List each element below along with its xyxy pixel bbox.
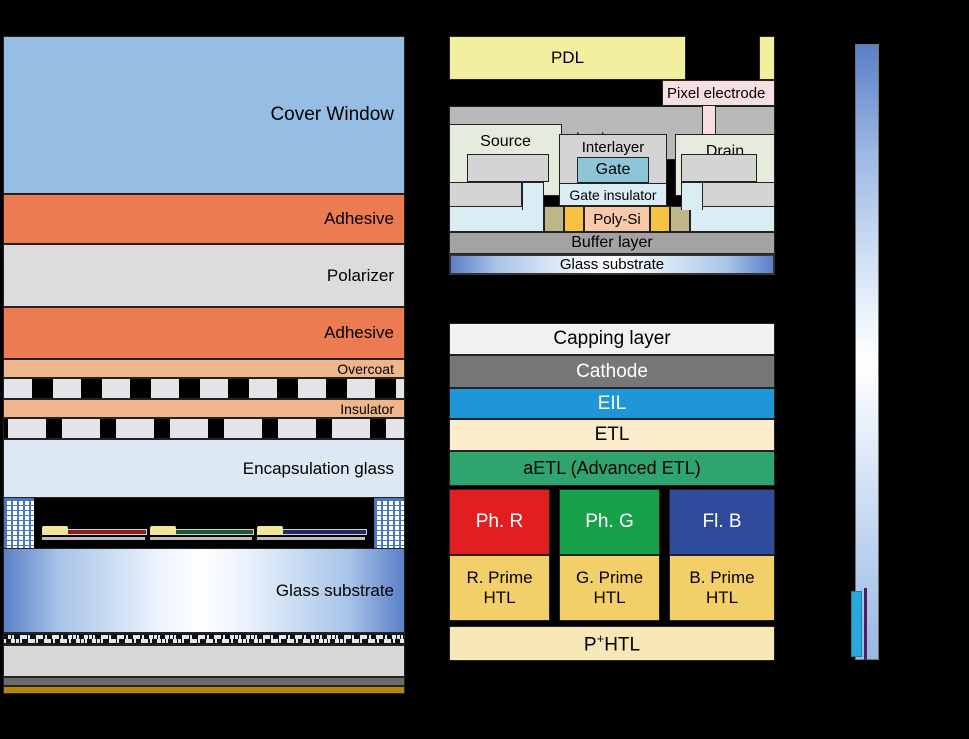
layer-lower-plate [3,645,405,677]
interlayer-step-left [467,154,549,182]
edge-chip-purple [864,588,867,660]
layer-label-source: Source [480,133,531,150]
layer-etl: ETL [449,419,775,451]
layer-base-foil [3,686,405,694]
prime-htl-r: R. Prime HTL [449,555,550,621]
layer-gate: Gate [577,157,649,183]
prime-htl-b-line2: HTL [705,588,739,607]
layer-p-plus-htl: P+HTL [449,626,775,661]
layer-insulator: Insulator [3,399,405,418]
oled-device-cavity [3,498,405,548]
layer-label-etl: ETL [594,424,630,445]
layer-pdl: PDL [449,36,686,80]
prime-htl-r-line2: HTL [483,588,516,607]
layer-label-glass-substrate: Glass substrate [275,580,394,600]
layer-label-gate: Gate [595,161,631,178]
oled-emissive-stack-panel: Capping layer Cathode EIL ETL aETL (Adva… [449,323,775,676]
layer-pdl-right-stub [759,36,775,80]
layer-label-adhesive-lower: Adhesive [324,323,394,342]
edge-chip-cyan [851,591,862,657]
prime-htl-g: G. Prime HTL [559,555,660,621]
layer-glass-substrate: Glass substrate [3,548,405,633]
layer-label-poly-si: Poly-Si [593,210,641,228]
layer-label-gate-insulator: Gate insulator [569,186,657,203]
oled-subpixel-stripes [42,526,367,544]
sealant-block-left [4,498,34,548]
layer-label-adhesive-top: Adhesive [324,209,394,228]
layer-label-overcoat: Overcoat [337,360,394,377]
doped-region-yellow-left [564,206,584,232]
layer-encapsulation-glass: Encapsulation glass [3,439,405,498]
layer-label-cover-window: Cover Window [270,104,394,125]
emitter-ph-g: Ph. G [559,489,660,555]
phtl-tail: HTL [604,634,641,656]
speckle-barrier-layer [3,633,405,645]
prime-htl-r-line1: R. Prime [466,568,533,587]
source-via-contact [522,182,544,210]
layer-label-polarizer: Polarizer [326,265,394,285]
layer-poly-si: Poly-Si [584,206,650,232]
interlayer-step-right [681,154,757,182]
prime-htl-b: B. Prime HTL [669,555,775,621]
layer-label-cathode: Cathode [576,360,648,382]
prime-htl-g-line1: G. Prime [575,568,644,587]
layer-adhesive-lower: Adhesive [3,307,405,359]
layer-aetl: aETL (Advanced ETL) [449,451,775,486]
layer-label-tft-glass-substrate: Glass substrate [559,256,665,273]
display-module-stack-panel: Cover Window Adhesive Polarizer Adhesive… [3,36,405,694]
layer-label-capping: Capping layer [553,328,671,349]
layer-label-pixel-electrode: Pixel electrode [667,84,766,102]
layer-label-aetl: aETL (Advanced ETL) [523,458,701,478]
color-filter-row-lower [3,418,405,439]
layer-label-eil: EIL [597,392,627,414]
layer-eil: EIL [449,388,775,419]
layer-label-p-plus-htl: P+HTL [450,631,774,656]
layer-capping: Capping layer [449,323,775,355]
layer-buffer: Buffer layer [449,232,775,254]
emitter-label-fl-b: Fl. B [702,511,742,532]
layer-gate-insulator: Gate insulator [559,183,667,206]
layer-label-encapsulation-glass: Encapsulation glass [242,458,394,478]
prime-htl-g-line2: HTL [593,588,626,607]
layer-planarization-right [715,106,775,136]
doped-region-yellow-right [650,206,670,232]
layer-overcoat: Overcoat [3,359,405,378]
emitter-ph-r: Ph. R [449,489,550,555]
layer-label-insulator: Insulator [340,400,394,417]
layer-label-pdl: PDL [550,48,585,67]
layer-adhesive-top: Adhesive [3,194,405,244]
layer-tft-glass-substrate: Glass substrate [449,254,775,275]
phtl-main: P [583,634,597,656]
sealant-block-right [374,498,404,548]
emitter-label-ph-r: Ph. R [475,511,524,532]
doped-region-khaki-left [544,206,564,232]
emitter-label-ph-g: Ph. G [585,511,634,532]
layer-cover-window: Cover Window [3,36,405,194]
layer-label-buffer: Buffer layer [571,234,653,251]
glass-substrate-edge-view [855,44,879,660]
emitter-fl-b: Fl. B [669,489,775,555]
layer-cathode: Cathode [449,355,775,388]
color-filter-row-upper [3,378,405,399]
layer-metal-plate [3,677,405,686]
layer-polarizer: Polarizer [3,244,405,307]
layer-label-interlayer: Interlayer [581,139,645,156]
tft-cross-section-panel: PDL Pixel electrode Planarization Source… [449,36,775,275]
drain-via-contact [681,182,703,210]
vertical-glass-gradient [855,44,879,660]
prime-htl-b-line1: B. Prime [689,568,755,587]
layer-pixel-electrode: Pixel electrode [662,80,775,106]
